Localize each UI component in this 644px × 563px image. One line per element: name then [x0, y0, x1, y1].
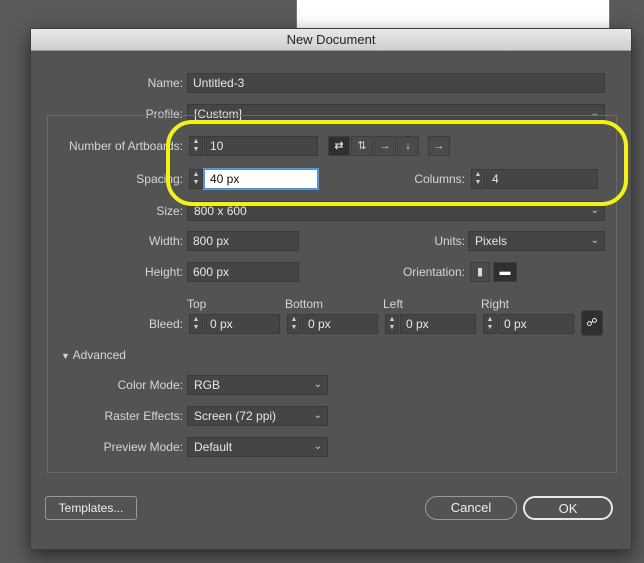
bleed-right-stepper[interactable]: ▲ ▼ — [483, 314, 497, 334]
chevron-down-icon: ⌄ — [313, 410, 322, 421]
bleed-bottom-stepper[interactable]: ▲ ▼ — [287, 314, 301, 334]
color-mode-label: Color Mode: — [117, 378, 183, 392]
dialog-title: New Document — [31, 29, 631, 51]
bleed-bottom-input[interactable]: 0 px — [302, 314, 378, 334]
color-mode-value: RGB — [194, 378, 221, 392]
width-input[interactable]: 800 px — [187, 231, 299, 251]
chevron-down-icon: ⌄ — [313, 441, 322, 452]
raster-effects-select[interactable]: Screen (72 ppi) ⌄ — [187, 406, 328, 426]
bleed-right-input[interactable]: 0 px — [498, 314, 574, 334]
preview-mode-value: Default — [194, 440, 233, 454]
link-bleed-icon[interactable]: ☍ — [581, 310, 603, 336]
chevron-down-icon: ⌄ — [590, 235, 599, 246]
preview-mode-label: Preview Mode: — [103, 440, 183, 454]
bleed-top-input[interactable]: 0 px — [204, 314, 280, 334]
templates-button[interactable]: Templates... — [45, 496, 137, 520]
triangle-down-icon: ▼ — [61, 351, 70, 361]
cancel-button[interactable]: Cancel — [425, 496, 517, 520]
size-label: Size: — [156, 204, 183, 218]
advanced-toggle[interactable]: ▼ Advanced — [61, 347, 126, 364]
bleed-left-stepper[interactable]: ▲ ▼ — [385, 314, 399, 334]
bleed-left-input[interactable]: 0 px — [400, 314, 476, 334]
bleed-left-label: Left — [383, 297, 404, 311]
name-label: Name: — [147, 76, 183, 90]
units-select[interactable]: Pixels ⌄ — [468, 231, 605, 251]
bleed-top-stepper[interactable]: ▲ ▼ — [189, 314, 203, 334]
units-value: Pixels — [475, 234, 508, 248]
artboards-label: Number of Artboards: — [68, 139, 183, 153]
bleed-top-label: Top — [187, 297, 207, 311]
annotation-highlight — [166, 120, 628, 206]
bleed-bottom-label: Bottom — [285, 297, 324, 311]
advanced-label: Advanced — [72, 348, 126, 362]
chevron-down-icon: ⌄ — [313, 379, 322, 390]
color-mode-select[interactable]: RGB ⌄ — [187, 375, 328, 395]
width-label: Width: — [148, 234, 183, 248]
preview-mode-select[interactable]: Default ⌄ — [187, 437, 328, 457]
raster-effects-label: Raster Effects: — [104, 409, 183, 423]
portrait-icon[interactable]: ▮ — [470, 262, 490, 282]
landscape-icon[interactable]: ▬ — [493, 262, 517, 282]
ok-button[interactable]: OK — [523, 496, 613, 520]
raster-effects-value: Screen (72 ppi) — [194, 409, 277, 423]
height-input[interactable]: 600 px — [187, 262, 299, 282]
units-label: Units: — [434, 234, 465, 248]
bleed-label: Bleed: — [148, 317, 183, 331]
bleed-right-label: Right — [481, 297, 510, 311]
new-document-dialog: New Document Name: Untitled-3 Profile: [… — [30, 28, 632, 550]
orientation-label: Orientation: — [402, 265, 465, 279]
height-label: Height: — [144, 265, 183, 279]
size-value: 800 x 600 — [194, 204, 247, 218]
name-input[interactable]: Untitled-3 — [187, 73, 605, 93]
